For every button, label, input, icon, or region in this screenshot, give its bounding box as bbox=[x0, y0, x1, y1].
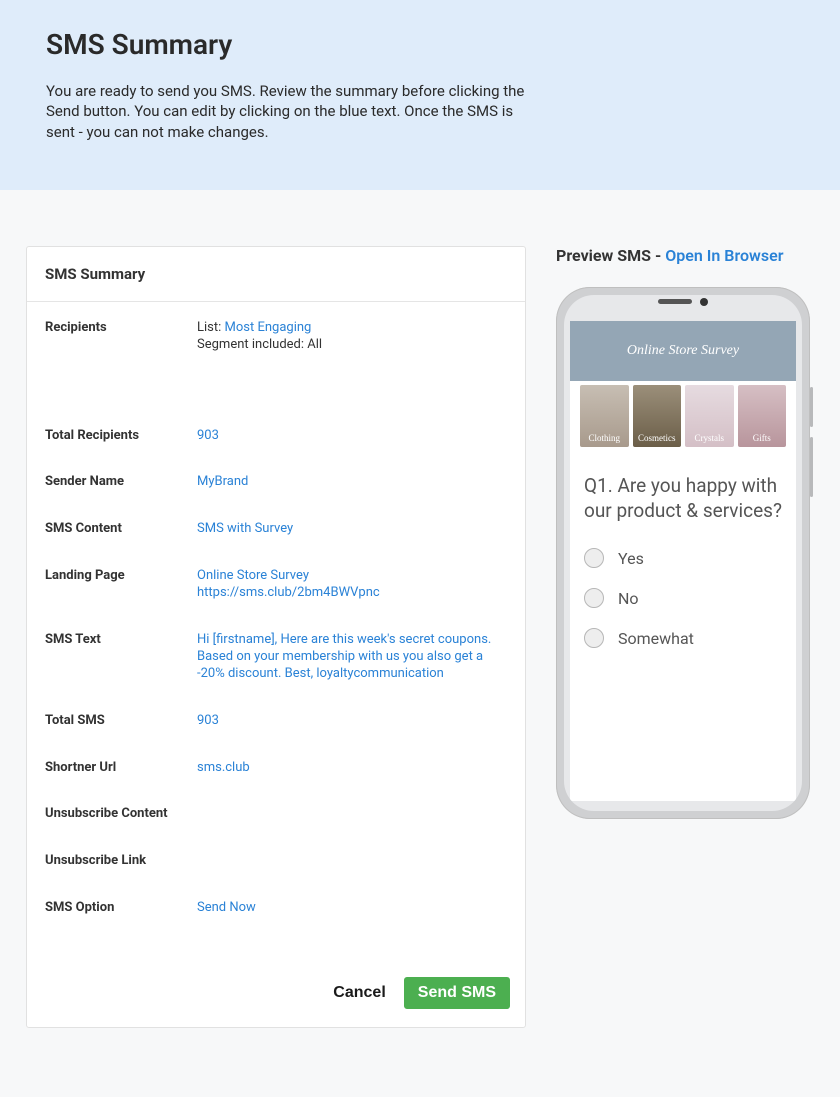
label-unsubscribe-link: Unsubscribe Link bbox=[45, 853, 197, 870]
label-unsubscribe-content: Unsubscribe Content bbox=[45, 806, 197, 823]
survey-title: Online Store Survey bbox=[627, 343, 739, 359]
value-sender-name[interactable]: MyBrand bbox=[197, 474, 248, 489]
survey-header: Online Store Survey bbox=[570, 321, 796, 381]
option-somewhat[interactable]: Somewhat bbox=[584, 618, 782, 658]
preview-title: Preview SMS - Open In Browser bbox=[556, 246, 814, 265]
label-sms-option: SMS Option bbox=[45, 900, 197, 917]
phone-inner: Online Store Survey Clothing Cosmetics C… bbox=[564, 295, 802, 811]
label-shortner-url: Shortner Url bbox=[45, 760, 197, 777]
recipients-segment: Segment included: All bbox=[197, 337, 507, 354]
radio-icon bbox=[584, 628, 604, 648]
value-sms-content[interactable]: SMS with Survey bbox=[197, 521, 293, 536]
thumb-cosmetics[interactable]: Cosmetics bbox=[633, 385, 682, 447]
landing-page-name[interactable]: Online Store Survey bbox=[197, 568, 507, 585]
row-unsubscribe-content: Unsubscribe Content bbox=[45, 806, 507, 823]
camera-icon bbox=[700, 298, 708, 306]
phone-frame: Online Store Survey Clothing Cosmetics C… bbox=[556, 287, 810, 819]
label-sms-text: SMS Text bbox=[45, 632, 197, 649]
hero-banner: SMS Summary You are ready to send you SM… bbox=[0, 0, 840, 190]
row-sms-option: SMS Option Send Now bbox=[45, 900, 507, 917]
main-content: SMS Summary Recipients List: Most Engagi… bbox=[0, 190, 840, 1068]
card-title: SMS Summary bbox=[27, 247, 525, 302]
cancel-button[interactable]: Cancel bbox=[333, 984, 385, 1002]
survey-question: Q1. Are you happy with our product & ser… bbox=[570, 455, 796, 534]
summary-card: SMS Summary Recipients List: Most Engagi… bbox=[26, 246, 526, 1028]
row-sms-content: SMS Content SMS with Survey bbox=[45, 521, 507, 538]
label-sms-content: SMS Content bbox=[45, 521, 197, 538]
value-shortner-url[interactable]: sms.club bbox=[197, 760, 250, 775]
radio-icon bbox=[584, 588, 604, 608]
label-total-recipients: Total Recipients bbox=[45, 428, 197, 445]
preview-column: Preview SMS - Open In Browser Online Sto… bbox=[556, 246, 814, 819]
label-total-sms: Total SMS bbox=[45, 713, 197, 730]
survey-options: Yes No Somewhat bbox=[570, 534, 796, 662]
landing-page-url[interactable]: https://sms.club/2bm4BWVpnc bbox=[197, 585, 507, 602]
recipients-list-prefix: List: bbox=[197, 320, 225, 335]
row-recipients: Recipients List: Most Engaging Segment i… bbox=[45, 320, 507, 354]
value-total-recipients[interactable]: 903 bbox=[197, 428, 219, 443]
thumb-gifts[interactable]: Gifts bbox=[738, 385, 787, 447]
option-yes[interactable]: Yes bbox=[584, 538, 782, 578]
thumb-crystals[interactable]: Crystals bbox=[685, 385, 734, 447]
option-no[interactable]: No bbox=[584, 578, 782, 618]
row-total-sms: Total SMS 903 bbox=[45, 713, 507, 730]
option-label: Yes bbox=[618, 549, 644, 568]
survey-thumbs: Clothing Cosmetics Crystals Gifts bbox=[570, 381, 796, 455]
page-title: SMS Summary bbox=[46, 28, 794, 61]
send-sms-button[interactable]: Send SMS bbox=[404, 977, 510, 1009]
radio-icon bbox=[584, 548, 604, 568]
label-sender-name: Sender Name bbox=[45, 474, 197, 491]
card-footer: Cancel Send SMS bbox=[27, 967, 525, 1027]
open-in-browser-link[interactable]: Open In Browser bbox=[665, 246, 783, 265]
card-body: Recipients List: Most Engaging Segment i… bbox=[27, 302, 525, 967]
row-sms-text: SMS Text Hi [firstname], Here are this w… bbox=[45, 632, 507, 683]
value-sms-text[interactable]: Hi [firstname], Here are this week's sec… bbox=[197, 632, 491, 681]
recipients-list-link[interactable]: Most Engaging bbox=[225, 320, 312, 335]
row-total-recipients: Total Recipients 903 bbox=[45, 428, 507, 445]
phone-notch bbox=[658, 298, 708, 306]
row-shortner-url: Shortner Url sms.club bbox=[45, 760, 507, 777]
value-recipients: List: Most Engaging Segment included: Al… bbox=[197, 320, 507, 354]
row-sender-name: Sender Name MyBrand bbox=[45, 474, 507, 491]
phone-screen[interactable]: Online Store Survey Clothing Cosmetics C… bbox=[570, 321, 796, 801]
phone-side-button bbox=[810, 437, 813, 497]
thumb-clothing[interactable]: Clothing bbox=[580, 385, 629, 447]
option-label: Somewhat bbox=[618, 629, 694, 648]
row-unsubscribe-link: Unsubscribe Link bbox=[45, 853, 507, 870]
page-description: You are ready to send you SMS. Review th… bbox=[46, 81, 526, 142]
label-landing-page: Landing Page bbox=[45, 568, 197, 585]
phone-side-button bbox=[810, 387, 813, 427]
preview-title-text: Preview SMS - bbox=[556, 246, 665, 265]
speaker-icon bbox=[658, 299, 692, 304]
row-landing-page: Landing Page Online Store Survey https:/… bbox=[45, 568, 507, 602]
option-label: No bbox=[618, 589, 639, 608]
label-recipients: Recipients bbox=[45, 320, 197, 337]
value-total-sms[interactable]: 903 bbox=[197, 713, 219, 728]
value-sms-option[interactable]: Send Now bbox=[197, 900, 256, 915]
